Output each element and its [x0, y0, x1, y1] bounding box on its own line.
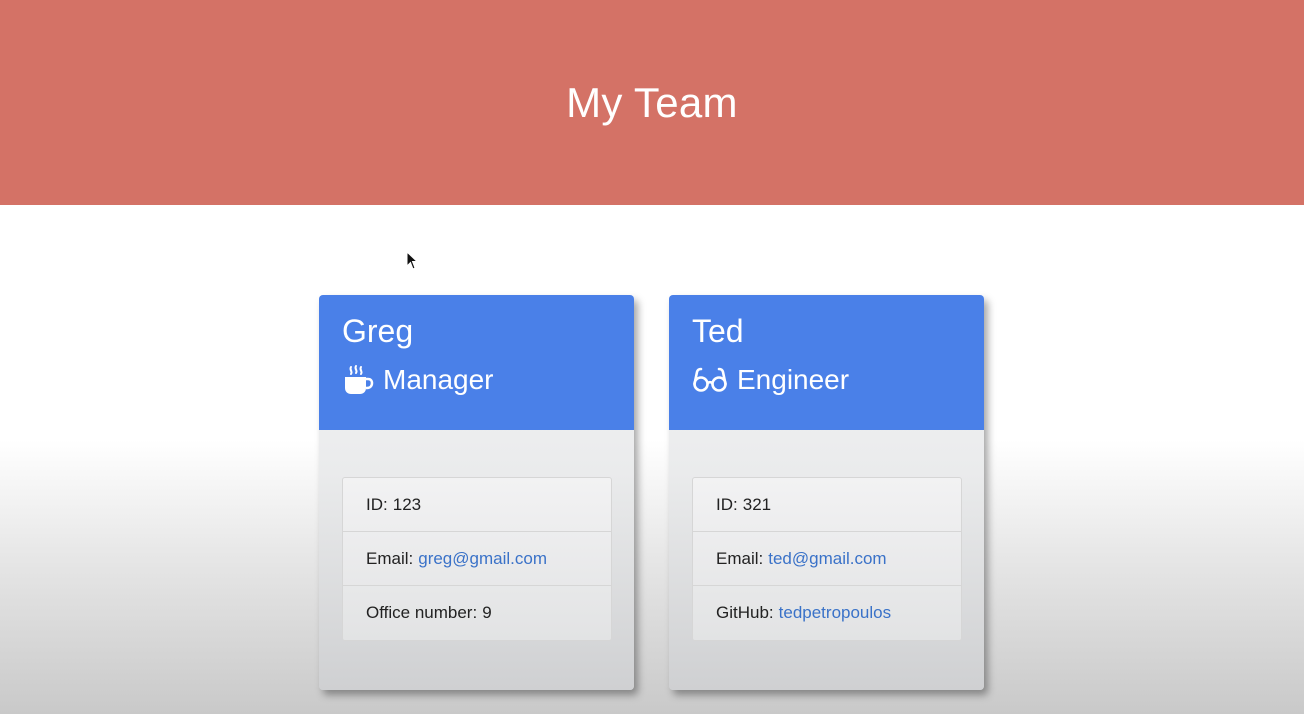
employee-card-manager: Greg Manager ID: 123 Email: greg@gmail.c… [319, 295, 634, 690]
id-label: ID: [716, 494, 738, 514]
coffee-mug-icon [342, 364, 374, 396]
employee-name: Greg [342, 313, 414, 349]
email-label: Email: [716, 548, 764, 568]
employee-role: Manager [342, 363, 634, 397]
role-label: Manager [383, 364, 494, 395]
id-value: 321 [742, 494, 772, 514]
id-label: ID: [366, 494, 388, 514]
list-item-email: Email: greg@gmail.com [343, 532, 611, 586]
email-link[interactable]: ted@gmail.com [768, 549, 886, 569]
mouse-cursor-icon [406, 251, 419, 270]
page-header: My Team [0, 0, 1304, 205]
github-link[interactable]: tedpetropoulos [779, 603, 891, 623]
list-item-id: ID: 123 [343, 478, 611, 532]
office-number-value: 9 [482, 603, 492, 622]
employee-name: Ted [692, 313, 744, 349]
list-item-email: Email: ted@gmail.com [693, 532, 961, 586]
list-item-id: ID: 321 [693, 478, 961, 532]
info-list: ID: 321 Email: ted@gmail.com GitHub: ted… [692, 477, 962, 641]
glasses-icon [692, 364, 728, 396]
card-header: Greg Manager [319, 295, 634, 430]
email-link[interactable]: greg@gmail.com [418, 549, 547, 569]
github-label: GitHub: [716, 603, 774, 622]
page-title: My Team [566, 78, 738, 126]
list-item-github: GitHub: tedpetropoulos [693, 586, 961, 640]
role-label: Engineer [737, 364, 850, 395]
employee-card-engineer: Ted Engineer ID: 321 Email: ted@gmail.co… [669, 295, 984, 690]
info-list: ID: 123 Email: greg@gmail.com Office num… [342, 477, 612, 641]
employee-role: Engineer [692, 363, 984, 397]
list-item-office: Office number: 9 [343, 586, 611, 640]
id-value: 123 [392, 494, 422, 514]
card-header: Ted Engineer [669, 295, 984, 430]
email-label: Email: [366, 548, 414, 568]
office-number-label: Office number: [366, 603, 478, 622]
